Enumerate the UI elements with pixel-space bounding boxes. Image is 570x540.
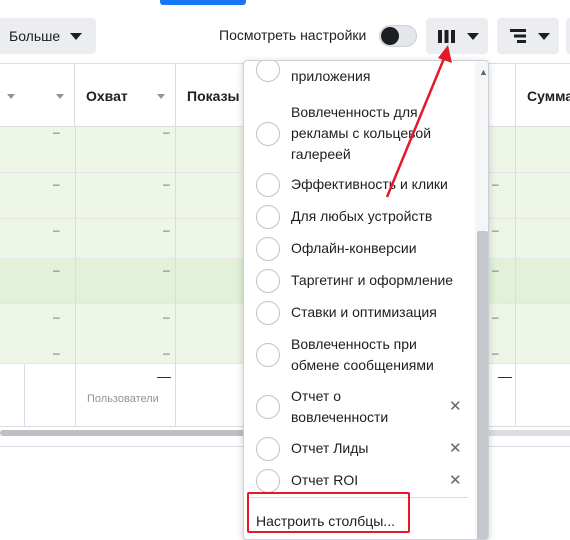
annotation-arrow (385, 45, 452, 198)
